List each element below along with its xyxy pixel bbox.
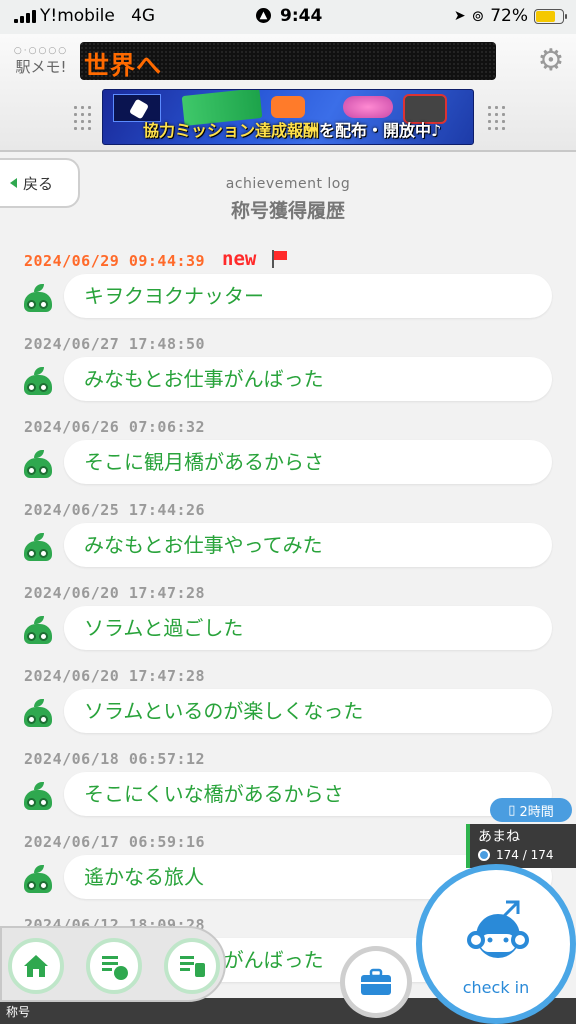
log-entry: 2024/06/20 17:47:28 ソラムといるのが楽しくなった	[0, 667, 576, 751]
carrier-label: Y!mobile 4G	[40, 6, 156, 26]
achievement-list-button[interactable]	[86, 938, 142, 994]
list-character-icon	[102, 956, 128, 980]
log-entry: 2024/06/29 09:44:39 new キヲクヨクナッター	[0, 248, 576, 336]
hp-orb-icon	[478, 849, 490, 861]
entry-title: キヲクヨクナッター	[64, 274, 552, 318]
entry-title: みなもとお仕事やってみた	[64, 523, 552, 567]
entry-date: 2024/06/20 17:47:28	[24, 667, 206, 685]
character-sprout-icon	[24, 450, 52, 480]
checkin-button[interactable]: check in	[416, 864, 576, 1024]
character-sprout-icon	[24, 616, 52, 646]
entry-title: ソラムと過ごした	[64, 606, 552, 650]
log-entry: 2024/06/18 06:57:12 そこにくいな橋があるからさ	[0, 750, 576, 834]
rotation-lock-icon: ⊚	[471, 7, 485, 25]
entry-date: 2024/06/26 07:06:32	[24, 418, 206, 436]
badge-icon	[271, 96, 305, 118]
log-entry: 2024/06/25 17:44:26 みなもとお仕事やってみた	[0, 501, 576, 585]
character-status[interactable]: あまね 174 / 174	[466, 824, 576, 868]
log-entry: 2024/06/20 17:47:28 ソラムと過ごした	[0, 584, 576, 668]
battery-icon	[534, 8, 567, 24]
character-name: あまね	[478, 829, 520, 845]
new-flag-icon	[272, 250, 288, 268]
app-header: ○·○○○○ 駅メモ! 世界へ ⚙ 協力ミッション達成報酬を配布・開放中♪	[0, 34, 576, 152]
speaker-grille-left	[72, 104, 92, 134]
settings-gear-icon[interactable]: ⚙	[536, 46, 566, 76]
entry-date: 2024/06/27 17:48:50	[24, 335, 206, 353]
entry-date: 2024/06/20 17:47:28	[24, 584, 206, 602]
location-arrow-icon: ➤	[453, 8, 466, 24]
bottom-bar-label: 称号	[6, 1005, 31, 1019]
log-entry: 2024/06/26 07:06:32 そこに観月橋があるからさ	[0, 418, 576, 502]
entry-title: ソラムといるのが楽しくなった	[64, 689, 552, 733]
status-bar: Y!mobile 4G ▲ 9:44 ➤ ⊚ 72%	[0, 0, 576, 34]
candy-icon	[343, 96, 393, 118]
entry-date: 2024/06/25 17:44:26	[24, 501, 206, 519]
checkin-label: check in	[462, 978, 530, 997]
station-list-button[interactable]	[164, 938, 220, 994]
log-entry: 2024/06/27 17:48:50 みなもとお仕事がんばった	[0, 335, 576, 419]
character-sprout-icon	[24, 284, 52, 314]
new-label: new	[222, 248, 257, 270]
phone-icon: ▯	[508, 802, 516, 818]
timer-label: 2時間	[519, 804, 554, 820]
clock: 9:44	[280, 6, 323, 26]
character-sprout-icon	[24, 533, 52, 563]
event-banner[interactable]: 協力ミッション達成報酬を配布・開放中♪	[102, 89, 474, 145]
bottom-nav	[0, 926, 226, 1002]
speaker-grille-right	[486, 104, 506, 134]
entry-title: みなもとお仕事がんばった	[64, 357, 552, 401]
led-marquee: 世界へ	[80, 42, 496, 80]
character-hp: 174 / 174	[496, 848, 554, 862]
briefcase-icon	[361, 968, 391, 995]
home-icon	[24, 955, 48, 977]
entry-date: 2024/06/17 06:59:16	[24, 833, 206, 851]
entry-date: 2024/06/29 09:44:39	[24, 252, 206, 270]
entry-title: そこにくいな橋があるからさ	[64, 772, 552, 816]
timer-badge: ▯ 2時間	[490, 798, 572, 822]
battery-percent: 72%	[490, 6, 528, 26]
page-title: 称号獲得履歴	[230, 200, 345, 222]
list-train-icon	[180, 956, 205, 977]
marquee-text: 世界へ	[84, 51, 163, 80]
navigation-icon: ▲	[256, 8, 271, 23]
entry-title: そこに観月橋があるからさ	[64, 440, 552, 484]
denco-face-icon	[467, 900, 529, 958]
character-sprout-icon	[24, 865, 52, 895]
signal-icon	[14, 9, 36, 23]
page-subtitle: achievement log	[225, 176, 351, 192]
character-sprout-icon	[24, 699, 52, 729]
character-sprout-icon	[24, 367, 52, 397]
character-sprout-icon	[24, 782, 52, 812]
item-bag-button[interactable]	[340, 946, 412, 1018]
app-logo: ○·○○○○ 駅メモ!	[13, 46, 69, 76]
banner-caption: 協力ミッション達成報酬を配布・開放中♪	[143, 121, 442, 140]
entry-date: 2024/06/18 06:57:12	[24, 750, 206, 768]
home-button[interactable]	[8, 938, 64, 994]
